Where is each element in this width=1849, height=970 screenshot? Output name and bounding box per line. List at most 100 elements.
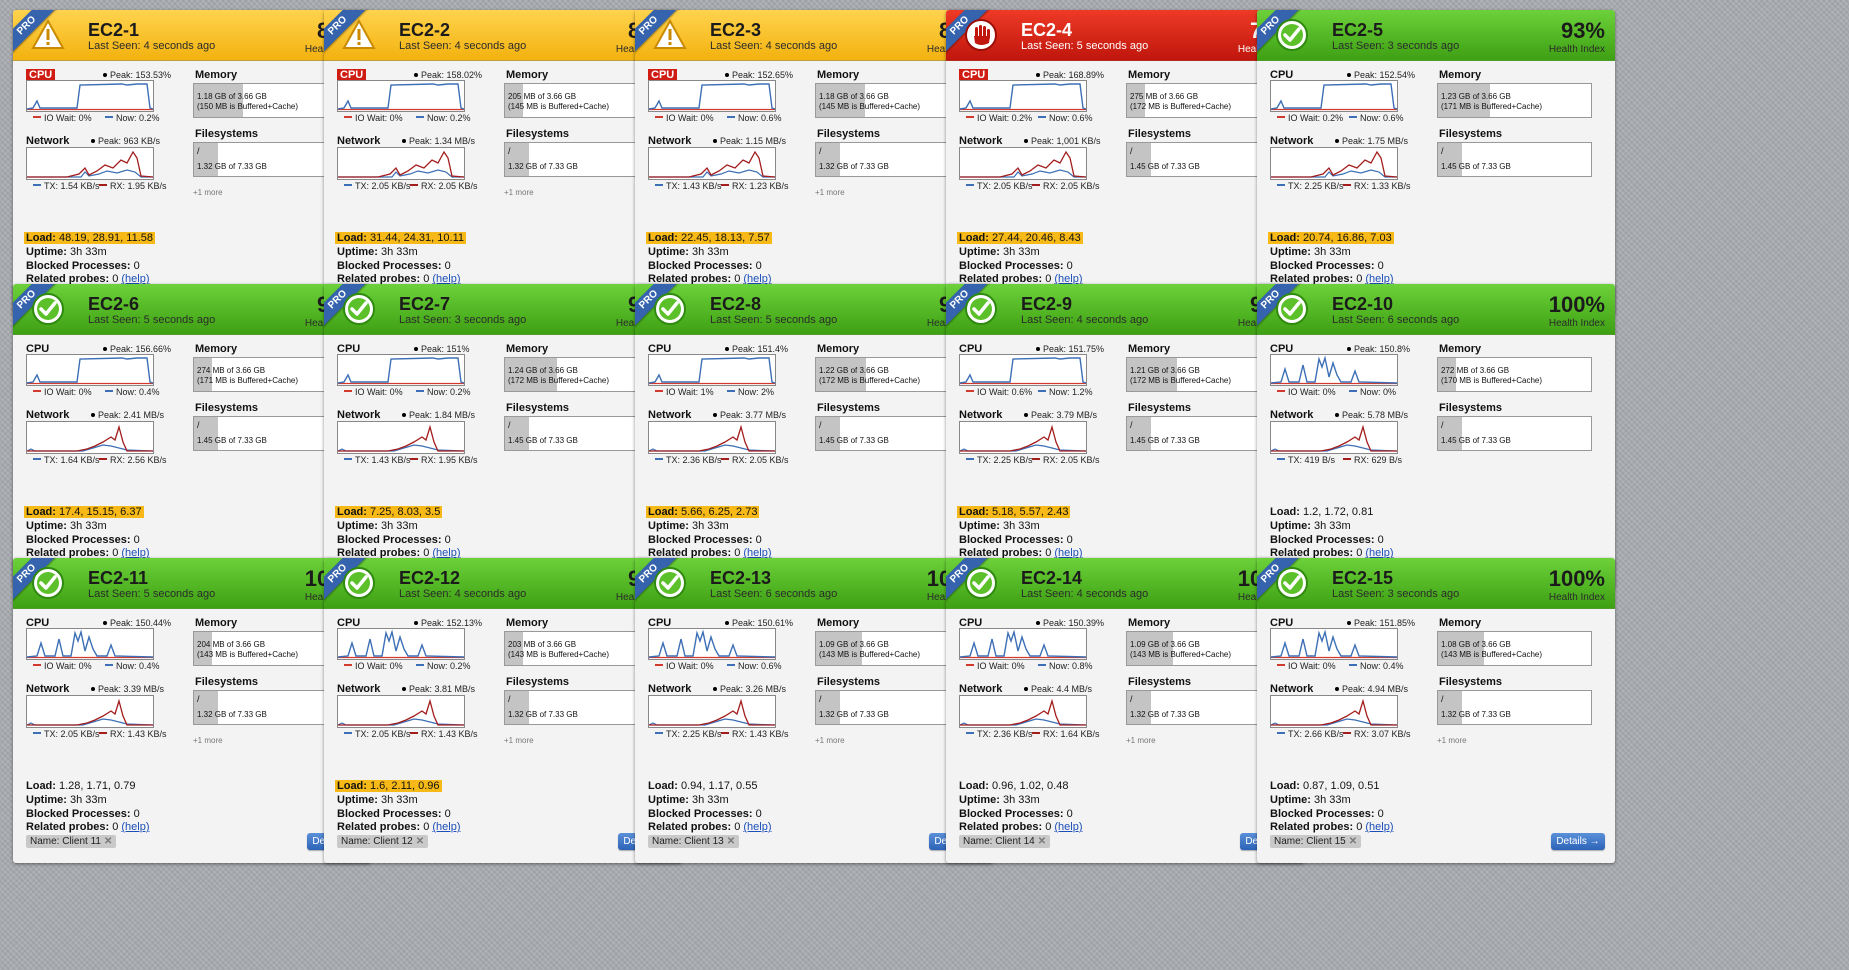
cpu-graph[interactable] <box>337 80 465 112</box>
server-card[interactable]: PRO EC2-10 Last Seen: 6 seconds ago 100%… <box>1257 284 1615 589</box>
server-card[interactable]: PRO EC2-6 Last Seen: 5 seconds ago 93% H… <box>13 284 371 589</box>
more-filesystems-link[interactable]: +1 more <box>193 188 223 197</box>
cpu-graph[interactable] <box>26 628 154 660</box>
remove-tag-icon[interactable]: ✕ <box>104 836 112 847</box>
cpu-graph[interactable] <box>648 80 776 112</box>
more-filesystems-link[interactable]: +1 more <box>1126 736 1156 745</box>
cpu-graph[interactable] <box>26 354 154 386</box>
tx-prefix: TX: <box>1288 455 1305 465</box>
uptime-value: 3h 33m <box>692 246 729 258</box>
remove-tag-icon[interactable]: ✕ <box>416 836 424 847</box>
server-name[interactable]: EC2-13 <box>710 568 771 589</box>
filesystem-bar[interactable]: / 1.45 GB of 7.33 GB <box>1437 142 1592 177</box>
server-name[interactable]: EC2-9 <box>1021 294 1072 315</box>
more-filesystems-link[interactable]: +1 more <box>504 188 534 197</box>
filesystem-bar[interactable]: / 1.45 GB of 7.33 GB <box>1437 416 1592 451</box>
cpu-line <box>960 357 1086 384</box>
help-link[interactable]: (help) <box>743 821 771 833</box>
server-name[interactable]: EC2-5 <box>1332 20 1383 41</box>
network-graph[interactable] <box>648 421 776 454</box>
cpu-graph[interactable] <box>959 354 1087 386</box>
remove-tag-icon[interactable]: ✕ <box>1038 836 1046 847</box>
network-graph[interactable] <box>1270 695 1398 728</box>
server-name[interactable]: EC2-7 <box>399 294 450 315</box>
server-name[interactable]: EC2-11 <box>88 568 148 589</box>
more-filesystems-link[interactable]: +1 more <box>504 736 534 745</box>
memory-label: Memory <box>1128 69 1171 81</box>
server-card[interactable]: PRO EC2-7 Last Seen: 3 seconds ago 93% H… <box>324 284 682 589</box>
more-filesystems-link[interactable]: +1 more <box>815 188 845 197</box>
memory-bar[interactable]: 1.08 GB of 3.66 GB (143 MB is Buffered+C… <box>1437 631 1592 666</box>
name-tag[interactable]: Name: Client 12 ✕ <box>337 835 429 848</box>
name-tag[interactable]: Name: Client 11 ✕ <box>26 835 117 848</box>
name-tag[interactable]: Name: Client 14 ✕ <box>959 835 1051 848</box>
cpu-graph[interactable] <box>959 80 1087 112</box>
network-graph[interactable] <box>648 695 776 728</box>
memory-bar[interactable]: 1.23 GB of 3.66 GB (171 MB is Buffered+C… <box>1437 83 1592 118</box>
server-card[interactable]: PRO EC2-2 Last Seen: 4 seconds ago 81% H… <box>324 10 682 315</box>
load-prefix: Load: <box>648 780 681 792</box>
server-name[interactable]: EC2-8 <box>710 294 761 315</box>
help-link[interactable]: (help) <box>432 821 460 833</box>
details-button[interactable]: Details → <box>1551 833 1605 850</box>
server-name[interactable]: EC2-2 <box>399 20 450 41</box>
remove-tag-icon[interactable]: ✕ <box>1349 836 1357 847</box>
server-card[interactable]: PRO EC2-11 Last Seen: 5 seconds ago 100%… <box>13 558 371 863</box>
network-graph[interactable] <box>959 695 1087 728</box>
more-filesystems-link[interactable]: +1 more <box>193 736 223 745</box>
server-name[interactable]: EC2-12 <box>399 568 460 589</box>
help-link[interactable]: (help) <box>121 821 149 833</box>
memory-usage: 274 MB of 3.66 GB <box>197 366 266 375</box>
network-graph[interactable] <box>1270 421 1398 454</box>
server-card[interactable]: PRO EC2-14 Last Seen: 4 seconds ago 100%… <box>946 558 1304 863</box>
network-graph[interactable] <box>337 695 465 728</box>
network-graph[interactable] <box>337 421 465 454</box>
cpu-graph[interactable] <box>1270 80 1398 112</box>
memory-bar[interactable]: 272 MB of 3.66 GB (170 MB is Buffered+Ca… <box>1437 357 1592 392</box>
cpu-graph[interactable] <box>26 80 154 112</box>
network-graph[interactable] <box>26 695 154 728</box>
remove-tag-icon[interactable]: ✕ <box>727 836 735 847</box>
cpu-graph[interactable] <box>959 628 1087 660</box>
server-card[interactable]: PRO EC2-9 Last Seen: 4 seconds ago 93% H… <box>946 284 1304 589</box>
server-name[interactable]: EC2-4 <box>1021 20 1072 41</box>
now-prefix: Now: <box>738 387 762 397</box>
network-graph[interactable] <box>337 147 465 180</box>
cpu-graph[interactable] <box>648 628 776 660</box>
network-graph[interactable] <box>959 421 1087 454</box>
uptime-value: 3h 33m <box>1003 794 1040 806</box>
server-card[interactable]: PRO EC2-3 Last Seen: 4 seconds ago 81% H… <box>635 10 993 315</box>
network-graph[interactable] <box>648 147 776 180</box>
network-graph[interactable] <box>1270 147 1398 180</box>
server-card[interactable]: PRO EC2-12 Last Seen: 4 seconds ago 94% … <box>324 558 682 863</box>
name-tag[interactable]: Name: Client 15 ✕ <box>1270 835 1362 848</box>
server-card[interactable]: PRO EC2-4 Last Seen: 5 seconds ago 79% H… <box>946 10 1304 315</box>
more-filesystems-link[interactable]: +1 more <box>815 736 845 745</box>
server-card[interactable]: PRO EC2-15 Last Seen: 3 seconds ago 100%… <box>1257 558 1615 863</box>
network-graph[interactable] <box>959 147 1087 180</box>
server-name[interactable]: EC2-1 <box>88 20 139 41</box>
cpu-graph[interactable] <box>337 628 465 660</box>
server-name[interactable]: EC2-6 <box>88 294 139 315</box>
more-filesystems-link[interactable]: +1 more <box>1437 736 1467 745</box>
cpu-graph[interactable] <box>337 354 465 386</box>
filesystem-bar[interactable]: / 1.32 GB of 7.33 GB <box>1437 690 1592 725</box>
server-name[interactable]: EC2-14 <box>1021 568 1082 589</box>
load-value: 20.74, 16.86, 7.03 <box>1303 232 1392 244</box>
server-name[interactable]: EC2-15 <box>1332 568 1393 589</box>
server-name[interactable]: EC2-3 <box>710 20 761 41</box>
server-card[interactable]: PRO EC2-8 Last Seen: 5 seconds ago 93% H… <box>635 284 993 589</box>
server-card[interactable]: PRO EC2-13 Last Seen: 6 seconds ago 100%… <box>635 558 993 863</box>
help-link[interactable]: (help) <box>1054 821 1082 833</box>
cpu-now-value: 0.4% <box>139 387 160 397</box>
cpu-graph[interactable] <box>648 354 776 386</box>
network-graph[interactable] <box>26 147 154 180</box>
cpu-graph[interactable] <box>1270 354 1398 386</box>
network-graph[interactable] <box>26 421 154 454</box>
name-tag[interactable]: Name: Client 13 ✕ <box>648 835 740 848</box>
help-link[interactable]: (help) <box>1365 821 1393 833</box>
server-card[interactable]: PRO EC2-1 Last Seen: 4 seconds ago 81% H… <box>13 10 371 315</box>
server-card[interactable]: PRO EC2-5 Last Seen: 3 seconds ago 93% H… <box>1257 10 1615 315</box>
server-name[interactable]: EC2-10 <box>1332 294 1393 315</box>
cpu-graph[interactable] <box>1270 628 1398 660</box>
